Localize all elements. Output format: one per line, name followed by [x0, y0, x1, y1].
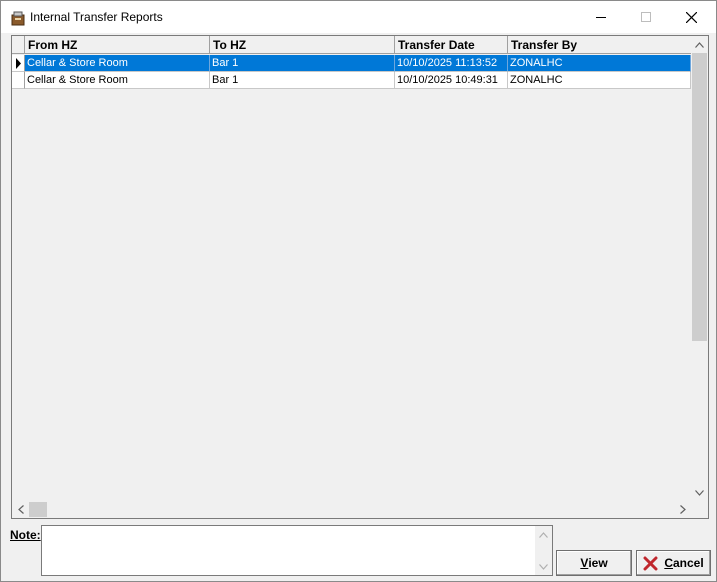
- note-scroll-down-button[interactable]: [535, 558, 552, 575]
- column-header-to-hz[interactable]: To HZ: [210, 36, 395, 54]
- chevron-right-icon: [679, 505, 686, 514]
- cell-transfer-date[interactable]: 10/10/2025 10:49:31: [395, 72, 508, 89]
- cancel-button-mnemonic: C: [664, 556, 673, 570]
- chevron-up-icon: [539, 531, 548, 538]
- internal-transfer-reports-window: Internal Transfer Reports From HZ To HZ …: [0, 0, 717, 582]
- note-scrollbar[interactable]: [535, 526, 552, 575]
- report-app-icon: [10, 10, 26, 26]
- view-button-label: iew: [588, 556, 608, 570]
- transfer-grid[interactable]: From HZ To HZ Transfer Date Transfer By …: [11, 35, 709, 519]
- grid-header: From HZ To HZ Transfer Date Transfer By: [12, 36, 691, 54]
- table-row[interactable]: Cellar & Store Room Bar 1 10/10/2025 10:…: [12, 72, 691, 89]
- cell-from-hz[interactable]: Cellar & Store Room: [25, 72, 210, 89]
- view-button-mnemonic: V: [580, 556, 589, 570]
- header-indicator-cell: [12, 36, 25, 54]
- scrollbar-corner: [691, 501, 708, 518]
- horizontal-scrollbar[interactable]: [12, 501, 691, 518]
- note-field-container: [41, 525, 553, 576]
- vertical-scrollbar[interactable]: [691, 36, 708, 501]
- scroll-up-button[interactable]: [691, 36, 708, 53]
- cell-transfer-by[interactable]: ZONALHC: [508, 72, 691, 89]
- scroll-right-button[interactable]: [674, 501, 691, 518]
- chevron-left-icon: [17, 505, 24, 514]
- cell-transfer-date[interactable]: 10/10/2025 11:13:52: [395, 55, 508, 72]
- cell-to-hz[interactable]: Bar 1: [210, 55, 395, 72]
- row-indicator: [12, 55, 25, 72]
- close-button[interactable]: [668, 1, 714, 33]
- note-label: Note:: [10, 528, 41, 542]
- vertical-scroll-thumb[interactable]: [692, 53, 707, 341]
- row-pointer-icon: [16, 58, 21, 69]
- scroll-left-button[interactable]: [12, 501, 29, 518]
- window-title: Internal Transfer Reports: [30, 10, 163, 24]
- red-x-icon: [643, 556, 658, 570]
- cancel-button-label: ancel: [672, 556, 704, 570]
- chevron-up-icon: [695, 41, 704, 48]
- maximize-icon: [641, 12, 651, 22]
- minimize-button[interactable]: [578, 1, 624, 33]
- view-button[interactable]: View: [556, 550, 632, 576]
- maximize-button[interactable]: [623, 1, 669, 33]
- row-indicator: [12, 72, 25, 89]
- column-header-transfer-date[interactable]: Transfer Date: [395, 36, 508, 54]
- table-row[interactable]: Cellar & Store Room Bar 1 10/10/2025 11:…: [12, 55, 691, 72]
- chevron-down-icon: [695, 489, 704, 496]
- note-scroll-up-button[interactable]: [535, 526, 552, 543]
- column-header-transfer-by[interactable]: Transfer By: [508, 36, 691, 54]
- minimize-icon: [596, 17, 606, 18]
- scroll-down-button[interactable]: [691, 484, 708, 501]
- chevron-down-icon: [539, 563, 548, 570]
- horizontal-scroll-thumb[interactable]: [29, 502, 47, 517]
- title-bar: Internal Transfer Reports: [1, 1, 716, 33]
- column-header-from-hz[interactable]: From HZ: [25, 36, 210, 54]
- close-icon: [685, 11, 697, 23]
- cell-transfer-by[interactable]: ZONALHC: [508, 55, 691, 72]
- cancel-button[interactable]: Cancel: [636, 550, 711, 576]
- note-input[interactable]: [42, 526, 535, 575]
- cell-to-hz[interactable]: Bar 1: [210, 72, 395, 89]
- cell-from-hz[interactable]: Cellar & Store Room: [25, 55, 210, 72]
